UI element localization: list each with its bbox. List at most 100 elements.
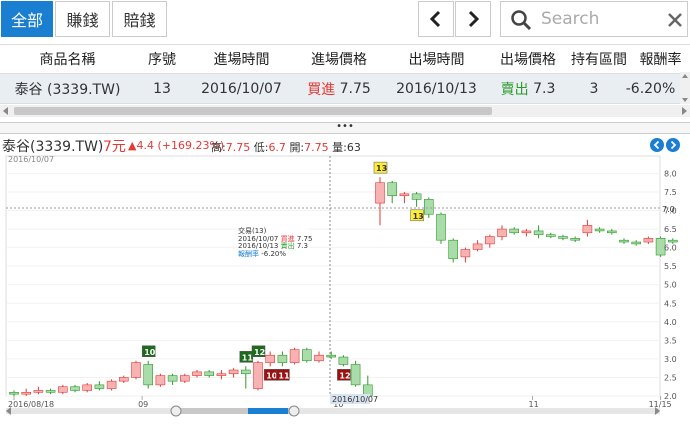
filter-all-button[interactable]: 全部: [1, 1, 53, 37]
trade-table: 商品名稱 序號 進場時間 進場價格 出場時間 出場價格 持有區間 報酬率 泰谷 …: [0, 44, 690, 104]
low-label: 低:: [253, 141, 269, 154]
candle-body: [216, 373, 227, 376]
table-row[interactable]: 泰谷 (3339.TW) 13 2016/10/07 買進 7.75 2016/…: [0, 73, 680, 104]
col-entry-time-header[interactable]: 進場時間: [189, 45, 294, 73]
filter-loss-button[interactable]: 賠錢: [112, 1, 167, 37]
search-input[interactable]: [541, 4, 665, 34]
chart-price: 7元: [103, 139, 126, 155]
col-exit-price-header[interactable]: 出場價格: [489, 45, 567, 73]
price-chart[interactable]: 2016/10/07 10 11 12 10 11 12 13 13 8.0 7.5 7.0 6.5…: [0, 154, 690, 420]
candle-body: [570, 238, 581, 241]
candle-body: [106, 380, 117, 389]
crosshair-price: 7.0: [662, 205, 675, 214]
candle-body: [204, 371, 214, 376]
candle-body: [143, 364, 153, 386]
candle-body: [289, 349, 300, 363]
panel-splitter[interactable]: •••: [0, 122, 690, 134]
tooltip-line3: 報酬率 -6.20%: [238, 249, 286, 258]
candle-body: [180, 375, 190, 382]
col-holding-header[interactable]: 持有區間: [567, 45, 631, 73]
chart-prev-icon[interactable]: [650, 138, 664, 152]
scroll-right-arrow-icon[interactable]: [678, 105, 690, 117]
candle-body: [582, 225, 593, 234]
candle: [350, 360, 361, 387]
scroll-arrows-icon: [682, 74, 688, 102]
y-tick-label: 3.0: [664, 355, 677, 364]
candle-body: [94, 384, 105, 389]
candle-body: [155, 375, 166, 386]
candle-body: [533, 230, 544, 235]
trade-marker-label: 11: [278, 371, 290, 380]
scroll-thumb[interactable]: [14, 107, 492, 115]
close-icon[interactable]: [667, 12, 683, 28]
price-chart-svg[interactable]: 2016/10/07 10111210 11 121313 8.07.57.06.5…: [0, 154, 690, 420]
splitter-grip: •••: [336, 121, 354, 132]
trade-marker-label: 10: [144, 348, 156, 357]
tooltip-line3-value: -6.20%: [261, 250, 286, 258]
col-entry-price-header[interactable]: 進場價格: [294, 45, 384, 73]
candle-body: [484, 236, 495, 245]
toolbar: 全部 賺錢 賠錢: [0, 0, 690, 40]
cell-entry-price: 買進 7.75: [294, 74, 384, 103]
cell-exit-time: 2016/10/13: [396, 80, 477, 97]
filter-profit-button[interactable]: 賺錢: [55, 1, 110, 37]
table-horizontal-scrollbar[interactable]: [0, 105, 690, 117]
tooltip-line2-date: 2016/10/13: [238, 242, 278, 250]
trade-marker: 12: [337, 369, 351, 381]
chevron-right-icon: [468, 10, 480, 28]
prev-button[interactable]: [418, 1, 454, 37]
y-tick-label: 4.5: [664, 299, 677, 308]
table-vertical-scrollbar[interactable]: [680, 72, 690, 104]
candle-body: [326, 354, 337, 358]
y-tick-label: 4.0: [664, 318, 677, 327]
cell-entry-time: 2016/10/07: [201, 80, 282, 97]
col-seq-header[interactable]: 序號: [135, 45, 189, 73]
candle-body: [253, 362, 263, 389]
next-button[interactable]: [455, 1, 491, 37]
candle-body: [119, 377, 129, 382]
high-value: 7.75: [225, 141, 251, 154]
chart-next-icon[interactable]: [666, 138, 680, 152]
search-icon: [511, 10, 532, 31]
candle: [143, 360, 153, 389]
trade-marker-label: 11: [242, 353, 254, 362]
candle-body: [472, 243, 483, 250]
scroll-left-arrow-icon[interactable]: [0, 105, 12, 117]
chart-ohlc: 高:7.75 低:6.7 開:7.75 量:63: [211, 139, 361, 155]
candle: [155, 373, 166, 387]
chart-change: ▲4.4 (+169.23%): [128, 139, 225, 152]
col-name-header[interactable]: 商品名稱: [0, 45, 135, 73]
entry-action: 買進: [307, 81, 336, 98]
vol-label: 量:: [332, 141, 347, 154]
candle-body: [375, 182, 385, 204]
col-exit-time-header[interactable]: 出場時間: [384, 45, 489, 73]
candle-body: [606, 230, 617, 234]
trade-marker-label: 12: [254, 348, 265, 357]
candle-body: [521, 230, 532, 234]
candle-body: [509, 228, 520, 234]
candle-body: [82, 384, 92, 391]
candle-body: [387, 182, 398, 196]
col-return-header[interactable]: 報酬率: [631, 45, 690, 73]
candle-body: [45, 390, 56, 393]
candle-body: [399, 193, 410, 196]
cell-holding: 3: [589, 80, 599, 97]
open-value: 7.75: [304, 141, 329, 154]
navigator-left-handle: [170, 405, 182, 417]
search-box: [500, 1, 688, 37]
candle-body: [57, 386, 68, 393]
tooltip-line2-action: 賣出: [281, 241, 295, 250]
y-tick-label: 8.0: [664, 169, 677, 178]
candle-body: [448, 239, 459, 260]
trade-marker-label: 12: [339, 371, 350, 380]
candle: [253, 360, 263, 391]
candle-body: [436, 213, 446, 241]
y-tick-label: 5.0: [664, 281, 677, 290]
low-value: 6.7: [268, 141, 286, 154]
candle-body: [460, 249, 471, 258]
chart-stock-name: 泰谷(3339.TW): [2, 139, 104, 155]
candle-body: [619, 239, 629, 243]
x-tick-label: 2016/08/18: [8, 400, 54, 409]
candle-body: [167, 375, 178, 382]
crosshair-date: 2016/10/07: [332, 395, 378, 404]
